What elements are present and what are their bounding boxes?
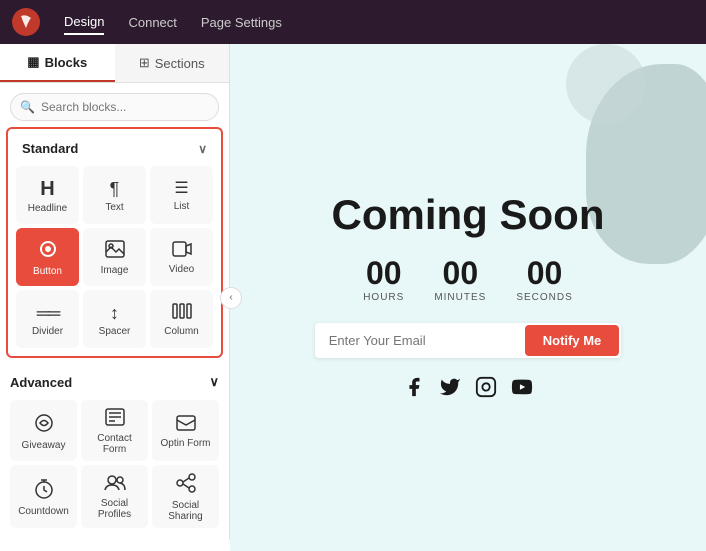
image-label: Image: [101, 265, 129, 276]
block-button[interactable]: Button: [16, 228, 79, 286]
countdown-minutes: 00 MINUTES: [434, 257, 486, 303]
sidebar-tabs: ▦ Blocks ⊞ Sections: [0, 44, 229, 83]
standard-block-grid: H Headline ¶ Text ☰ List: [12, 162, 217, 352]
video-label: Video: [169, 264, 194, 275]
button-label: Button: [33, 266, 62, 277]
minutes-value: 00: [443, 257, 479, 289]
block-image[interactable]: Image: [83, 228, 146, 286]
nav-tab-connect[interactable]: Connect: [128, 11, 176, 34]
column-label: Column: [164, 326, 198, 337]
block-optin-form[interactable]: Optin Form: [152, 400, 219, 461]
youtube-icon[interactable]: [511, 376, 533, 404]
headline-label: Headline: [28, 203, 67, 214]
standard-chevron-icon[interactable]: ∨: [198, 142, 207, 156]
spacer-icon: ↕: [110, 304, 119, 322]
instagram-icon[interactable]: [475, 376, 497, 404]
coming-soon-title: Coming Soon: [315, 191, 622, 239]
standard-section: Standard ∨ H Headline ¶ Text ☰ List: [6, 127, 223, 358]
optin-form-label: Optin Form: [160, 438, 210, 449]
main-content-area: Coming Soon 00 HOURS 00 MINUTES 00 SECON…: [230, 44, 706, 551]
social-profiles-label: Social Profiles: [85, 498, 144, 520]
advanced-section: Advanced ∨ Giveaway: [6, 366, 223, 532]
hours-label: HOURS: [363, 292, 404, 303]
search-icon: 🔍: [20, 100, 35, 114]
countdown-label: Countdown: [18, 506, 69, 517]
optin-form-icon: [176, 415, 196, 434]
block-social-sharing[interactable]: Social Sharing: [152, 465, 219, 528]
search-wrapper: 🔍: [0, 83, 229, 127]
email-input[interactable]: [317, 325, 517, 356]
facebook-icon[interactable]: [403, 376, 425, 404]
block-headline[interactable]: H Headline: [16, 166, 79, 224]
nav-tab-page-settings[interactable]: Page Settings: [201, 11, 282, 34]
contact-form-icon: [105, 408, 125, 429]
block-list[interactable]: ☰ List: [150, 166, 213, 224]
column-icon: [172, 303, 192, 322]
sidebar: ▦ Blocks ⊞ Sections 🔍 Standard: [0, 44, 230, 540]
standard-label: Standard: [22, 141, 78, 156]
social-icons-row: [315, 376, 622, 404]
block-contact-form[interactable]: Contact Form: [81, 400, 148, 461]
advanced-block-grid: Giveaway Contact Form: [6, 396, 223, 532]
block-giveaway[interactable]: Giveaway: [10, 400, 77, 461]
countdown-hours: 00 HOURS: [363, 257, 404, 303]
nav-tab-design[interactable]: Design: [64, 10, 104, 35]
twitter-icon[interactable]: [439, 376, 461, 404]
countdown-icon: [34, 479, 54, 502]
countdown-seconds: 00 SECONDS: [516, 257, 572, 303]
search-input[interactable]: [10, 93, 219, 121]
hours-value: 00: [366, 257, 402, 289]
blocks-tab-label: Blocks: [45, 55, 88, 70]
blocks-icon: ▦: [27, 54, 39, 70]
minutes-label: MINUTES: [434, 292, 486, 303]
top-navigation: Design Connect Page Settings: [0, 0, 706, 44]
block-spacer[interactable]: ↕ Spacer: [83, 290, 146, 348]
email-row: Notify Me: [315, 323, 622, 358]
list-icon: ☰: [174, 181, 188, 197]
seconds-label: SECONDS: [516, 292, 572, 303]
tab-blocks[interactable]: ▦ Blocks: [0, 44, 115, 82]
social-profiles-icon: [104, 475, 126, 494]
video-icon: [172, 241, 192, 260]
block-countdown[interactable]: Countdown: [10, 465, 77, 528]
sidebar-collapse-button[interactable]: ‹: [220, 287, 242, 309]
standard-section-header: Standard ∨: [12, 133, 217, 162]
notify-button[interactable]: Notify Me: [525, 325, 620, 356]
text-icon: ¶: [110, 180, 120, 198]
headline-icon: H: [40, 179, 54, 199]
spacer-label: Spacer: [99, 326, 131, 337]
block-video[interactable]: Video: [150, 228, 213, 286]
social-sharing-label: Social Sharing: [156, 500, 215, 522]
list-label: List: [174, 201, 190, 212]
block-column[interactable]: Column: [150, 290, 213, 348]
button-icon: [38, 239, 58, 262]
block-divider[interactable]: ══ Divider: [16, 290, 79, 348]
contact-form-label: Contact Form: [85, 433, 144, 455]
tab-sections[interactable]: ⊞ Sections: [115, 44, 230, 82]
sections-tab-label: Sections: [155, 56, 205, 71]
advanced-label: Advanced: [10, 375, 72, 390]
giveaway-label: Giveaway: [22, 440, 66, 451]
giveaway-icon: [34, 413, 54, 436]
advanced-section-header: Advanced ∨: [6, 366, 223, 396]
advanced-chevron-icon[interactable]: ∨: [209, 374, 219, 390]
divider-icon: ══: [37, 304, 59, 322]
coming-soon-card: Coming Soon 00 HOURS 00 MINUTES 00 SECON…: [295, 171, 642, 424]
main-layout: ▦ Blocks ⊞ Sections 🔍 Standard: [0, 44, 706, 551]
block-text[interactable]: ¶ Text: [83, 166, 146, 224]
text-label: Text: [105, 202, 123, 213]
block-social-profiles[interactable]: Social Profiles: [81, 465, 148, 528]
search-inner: 🔍: [10, 93, 219, 121]
seconds-value: 00: [527, 257, 563, 289]
image-icon: [105, 240, 125, 261]
decorative-blob2: [566, 44, 646, 124]
social-sharing-icon: [176, 473, 196, 496]
divider-label: Divider: [32, 326, 63, 337]
sidebar-wrapper: ▦ Blocks ⊞ Sections 🔍 Standard: [0, 44, 230, 551]
countdown-row: 00 HOURS 00 MINUTES 00 SECONDS: [315, 257, 622, 303]
app-logo: [12, 8, 40, 36]
sections-icon: ⊞: [139, 55, 150, 71]
